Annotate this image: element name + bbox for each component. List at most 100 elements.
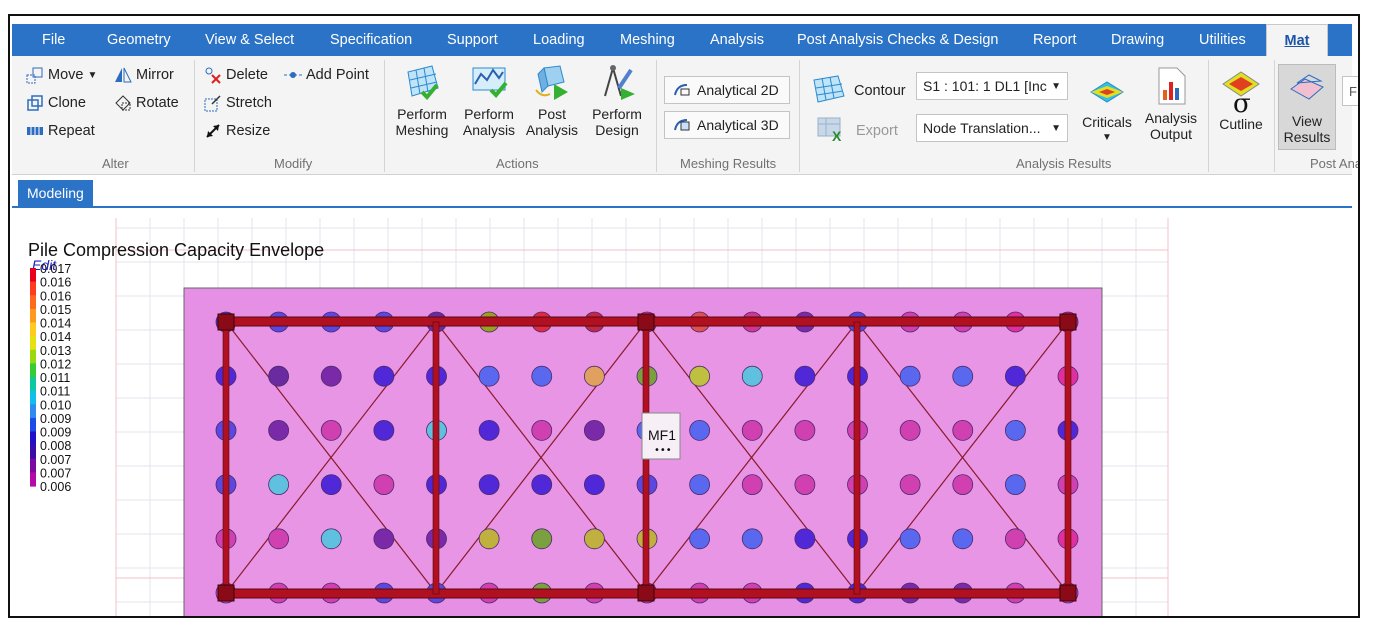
column-support bbox=[1059, 584, 1077, 602]
pile-marker bbox=[952, 474, 974, 496]
beam-vertical bbox=[1064, 321, 1072, 595]
cutline-icon: σ bbox=[1219, 64, 1263, 119]
legend-tick-label: 0.012 bbox=[40, 357, 71, 371]
pile-marker bbox=[952, 419, 974, 441]
legend-tick-label: 0.014 bbox=[40, 317, 71, 331]
menu-loading[interactable]: Loading bbox=[533, 24, 585, 56]
svg-text:σ: σ bbox=[1233, 89, 1251, 114]
cutline-button[interactable]: σ Cutline bbox=[1212, 64, 1270, 132]
menu-bar: File Geometry View & Select Specificatio… bbox=[12, 24, 1352, 56]
menu-report[interactable]: Report bbox=[1033, 24, 1077, 56]
document-tab-strip: Modeling bbox=[12, 176, 1352, 208]
post-analysis-icon bbox=[532, 62, 572, 102]
pile-marker bbox=[373, 528, 395, 550]
ribbon-separator bbox=[1208, 60, 1209, 172]
menu-specification[interactable]: Specification bbox=[330, 24, 412, 56]
view-results-icon bbox=[1287, 69, 1327, 107]
pile-marker bbox=[373, 419, 395, 441]
legend-color-swatch bbox=[30, 458, 36, 473]
criticals-icon bbox=[1087, 66, 1127, 110]
app-window: File Geometry View & Select Specificatio… bbox=[8, 14, 1360, 618]
chevron-down-icon: ▼ bbox=[87, 69, 98, 81]
menu-file[interactable]: File bbox=[42, 24, 65, 56]
legend-tick-label: 0.016 bbox=[40, 289, 71, 303]
pile-marker bbox=[741, 419, 763, 441]
chevron-down-icon: ▼ bbox=[1102, 132, 1112, 143]
model-canvas[interactable]: Pile Compression Capacity Envelope Edit 0.… bbox=[12, 208, 1352, 616]
view-results-button[interactable]: View Results bbox=[1278, 64, 1336, 150]
repeat-button[interactable]: Repeat bbox=[26, 122, 95, 140]
post-analysis-cut-control[interactable]: F bbox=[1342, 76, 1358, 106]
ribbon-separator bbox=[384, 60, 385, 172]
stretch-button[interactable]: Stretch bbox=[204, 94, 272, 112]
criticals-button[interactable]: Criticals ▼ bbox=[1078, 66, 1136, 146]
menu-post-analysis[interactable]: Post Analysis Checks & Design bbox=[797, 24, 998, 56]
analytical-2d-button[interactable]: Analytical 2D bbox=[664, 76, 790, 104]
menu-support[interactable]: Support bbox=[447, 24, 498, 56]
pile-marker bbox=[320, 365, 342, 387]
mirror-button[interactable]: Mirror bbox=[114, 66, 174, 84]
legend-tick-label: 0.007 bbox=[40, 466, 71, 480]
legend-color-swatch bbox=[30, 308, 36, 324]
pile-marker bbox=[1004, 528, 1026, 550]
beam-vertical bbox=[222, 321, 230, 595]
clone-button[interactable]: Clone bbox=[26, 94, 86, 112]
column-support bbox=[1059, 313, 1077, 331]
mirror-icon bbox=[114, 66, 132, 84]
column-support bbox=[637, 584, 655, 602]
beam-vertical bbox=[432, 321, 440, 595]
post-analysis-button[interactable]: Post Analysis bbox=[524, 62, 580, 138]
perform-design-button[interactable]: Perform Design bbox=[586, 62, 648, 138]
export-button[interactable]: X Export bbox=[816, 116, 898, 146]
legend-color-swatch bbox=[30, 363, 36, 378]
pile-marker bbox=[373, 365, 395, 387]
perform-meshing-button[interactable]: Perform Meshing bbox=[392, 62, 452, 138]
rotate-icon bbox=[114, 94, 132, 112]
mf1-tag-dots: ••• bbox=[654, 445, 672, 456]
pile-marker bbox=[689, 419, 711, 441]
tab-modeling[interactable]: Modeling bbox=[18, 180, 93, 206]
pile-marker bbox=[531, 528, 553, 550]
pile-marker bbox=[794, 474, 816, 496]
pile-marker bbox=[268, 528, 290, 550]
legend-color-swatch bbox=[30, 268, 36, 283]
contour-button[interactable]: Contour bbox=[812, 74, 906, 108]
delete-icon bbox=[204, 66, 222, 84]
move-button[interactable]: Move ▼ bbox=[26, 66, 97, 84]
legend-color-swatch bbox=[30, 445, 36, 460]
legend-color-swatch bbox=[30, 295, 36, 310]
menu-view-select[interactable]: View & Select bbox=[205, 24, 294, 56]
analysis-output-button[interactable]: Analysis Output bbox=[1140, 64, 1202, 142]
legend-tick-label: 0.017 bbox=[40, 262, 71, 276]
pile-marker bbox=[583, 419, 605, 441]
add-point-button[interactable]: Add Point bbox=[284, 66, 369, 84]
delete-button[interactable]: Delete bbox=[204, 66, 268, 84]
resize-button[interactable]: Resize bbox=[204, 122, 270, 140]
menu-analysis[interactable]: Analysis bbox=[710, 24, 764, 56]
analytical-3d-button[interactable]: Analytical 3D bbox=[664, 111, 790, 139]
legend-color-swatch bbox=[30, 417, 36, 433]
legend-color-swatch bbox=[30, 322, 36, 337]
pile-marker bbox=[689, 528, 711, 550]
pile-marker bbox=[952, 528, 974, 550]
result-type-select[interactable]: Node Translation... ▼ bbox=[916, 114, 1068, 142]
pile-marker bbox=[1004, 474, 1026, 496]
perform-analysis-button[interactable]: Perform Analysis bbox=[458, 62, 520, 138]
ribbon-separator bbox=[194, 60, 195, 172]
pile-marker bbox=[268, 474, 290, 496]
pile-marker bbox=[689, 365, 711, 387]
load-case-select[interactable]: S1 : 101: 1 DL1 [Inc ▼ bbox=[916, 72, 1068, 100]
legend-tick-label: 0.011 bbox=[40, 385, 70, 399]
rotate-button[interactable]: Rotate bbox=[114, 94, 179, 112]
legend-tick-label: 0.015 bbox=[40, 303, 71, 317]
menu-geometry[interactable]: Geometry bbox=[107, 24, 171, 56]
plot-svg: Pile Compression Capacity EnvelopeEdit0.… bbox=[28, 218, 1169, 616]
pile-marker bbox=[478, 365, 500, 387]
menu-utilities[interactable]: Utilities bbox=[1199, 24, 1246, 56]
menu-meshing[interactable]: Meshing bbox=[620, 24, 675, 56]
legend-tick-label: 0.014 bbox=[40, 330, 71, 344]
menu-drawing[interactable]: Drawing bbox=[1111, 24, 1164, 56]
menu-mat[interactable]: Mat bbox=[1266, 24, 1328, 56]
legend-tick-label: 0.009 bbox=[40, 426, 71, 440]
pile-marker bbox=[268, 419, 290, 441]
